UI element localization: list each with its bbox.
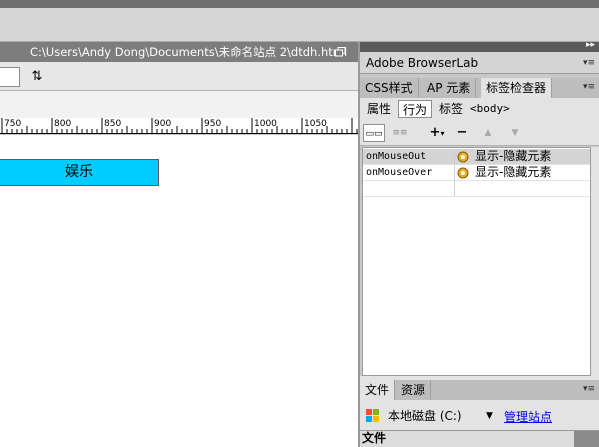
ruler-label: 950 — [204, 119, 222, 129]
drive-label: 本地磁盘 (C:) — [388, 409, 462, 423]
document-info-bar — [0, 91, 358, 118]
files-column-label: 文件 — [362, 431, 387, 445]
behavior-row[interactable]: onMouseOver 显示-隐藏元素 — [363, 165, 590, 181]
tab-tag-inspector[interactable]: 标签检查器 — [481, 78, 553, 98]
document-toolbar: ⇅ — [0, 62, 358, 91]
inspector-subtabs: 属性 行为 标签 <body> — [360, 98, 599, 120]
add-behavior-button[interactable]: +▾ — [426, 124, 448, 142]
restore-icon[interactable] — [335, 47, 346, 57]
tab-css-styles[interactable]: CSS样式 — [360, 78, 419, 98]
column-divider — [454, 149, 455, 164]
move-up-icon[interactable]: ▲ — [477, 124, 499, 142]
plus-icon: + — [429, 125, 441, 140]
sort-icon[interactable]: ⇅ — [26, 67, 48, 87]
windows-drive-icon — [366, 409, 379, 422]
panel-menu-icon[interactable]: ▾≡ — [583, 52, 595, 74]
horizontal-ruler: 750 800 850 900 950 1000 1050 — [0, 118, 358, 134]
site-select[interactable]: 本地磁盘 (C:) ▼ — [364, 406, 493, 426]
chevron-down-icon: ▾ — [440, 129, 445, 138]
behavior-event[interactable]: onMouseOut — [366, 149, 426, 164]
files-panel-tabs: 文件 资源 ▾≡ — [360, 380, 599, 400]
column-divider — [454, 181, 455, 196]
chevron-down-icon[interactable]: ▼ — [486, 406, 493, 426]
panel-menu-icon[interactable]: ▾≡ — [583, 82, 595, 92]
behavior-row[interactable]: onMouseOut 显示-隐藏元素 — [363, 149, 590, 165]
panel-dock-header: ▸▸ — [360, 40, 599, 52]
tag-value: <body> — [470, 102, 510, 115]
browserlab-title: Adobe BrowserLab — [366, 56, 479, 70]
subtab-behaviors[interactable]: 行为 — [398, 100, 433, 118]
document-title-input[interactable] — [0, 67, 20, 87]
ruler-label: 850 — [104, 119, 122, 129]
files-header-scroll-corner — [574, 431, 599, 447]
panel-menu-icon[interactable]: ▾≡ — [583, 384, 595, 394]
files-list-header: 文件 — [360, 430, 599, 447]
manage-sites-link[interactable]: 管理站点 — [504, 408, 552, 425]
ruler-label: 800 — [54, 119, 72, 129]
collapse-icon[interactable]: ▸▸ — [586, 40, 595, 50]
gear-icon — [457, 167, 469, 179]
document-path: C:\Users\Andy Dong\Documents\未命名站点 2\dtd… — [30, 45, 348, 59]
browserlab-panel[interactable]: Adobe BrowserLab ▾≡ — [360, 52, 599, 74]
subtab-attributes[interactable]: 属性 — [363, 100, 395, 118]
panel-scrollbar[interactable] — [591, 147, 599, 376]
behaviors-list: onMouseOut 显示-隐藏元素 onMouseOver 显示-隐藏元素 — [362, 147, 591, 376]
ruler-label: 1050 — [304, 119, 327, 129]
show-all-events-icon[interactable]: ≡≡ — [389, 124, 411, 142]
move-down-icon[interactable]: ▼ — [504, 124, 526, 142]
behavior-action[interactable]: 显示-隐藏元素 — [475, 165, 551, 180]
behavior-row[interactable] — [363, 181, 590, 197]
ruler-label: 750 — [4, 119, 22, 129]
remove-behavior-button[interactable]: − — [451, 124, 473, 142]
files-toolbar: 本地磁盘 (C:) ▼ 管理站点 — [360, 400, 599, 430]
entertainment-nav-item[interactable]: 娱乐 — [0, 159, 159, 186]
tab-ap-elements[interactable]: AP 元素 — [422, 78, 477, 98]
ruler-label: 900 — [154, 119, 172, 129]
tab-assets[interactable]: 资源 — [396, 380, 432, 400]
column-divider — [454, 165, 455, 180]
app-frame-top — [0, 0, 599, 8]
tag-label: 标签 — [439, 102, 464, 116]
gear-icon — [457, 151, 469, 163]
behavior-event[interactable]: onMouseOver — [366, 165, 432, 180]
behaviors-toolbar: ▭▭ ≡≡ +▾ − ▲ ▼ — [360, 120, 599, 146]
panel-tabs: CSS样式 AP 元素 标签检查器 ▾≡ — [360, 78, 599, 98]
behavior-action[interactable]: 显示-隐藏元素 — [475, 149, 551, 164]
app-toolbar-area — [0, 8, 599, 42]
tab-files[interactable]: 文件 — [360, 380, 396, 400]
ruler-label: 1000 — [254, 119, 277, 129]
document-titlebar: C:\Users\Andy Dong\Documents\未命名站点 2\dtd… — [0, 42, 358, 62]
show-set-events-icon[interactable]: ▭▭ — [363, 124, 385, 142]
